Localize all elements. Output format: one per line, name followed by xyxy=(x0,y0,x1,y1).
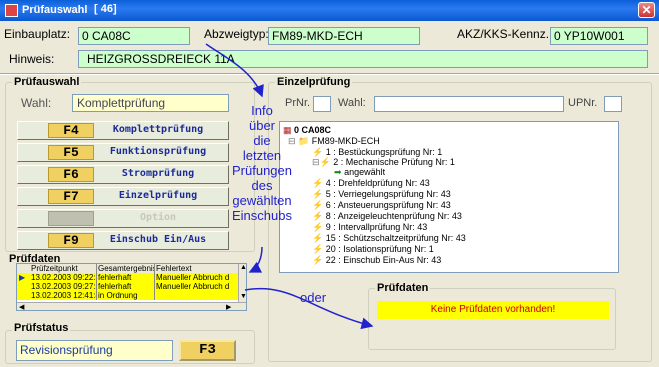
info-line: gewählten xyxy=(232,193,292,208)
info-line: Prüfungen xyxy=(232,163,292,178)
info-line: die xyxy=(253,133,271,148)
info-annotation: Info über die letzten Prüfungen des gewä… xyxy=(226,103,298,223)
info-line: Einschubs xyxy=(232,208,292,223)
pruefauswahl-window: Prüfauswahl [ 46] ✕ Einbauplatz: 0 CA08C… xyxy=(0,0,659,367)
info-line: Info xyxy=(251,103,273,118)
info-arrow-bottom xyxy=(248,246,263,273)
oder-annotation: oder xyxy=(300,290,327,305)
info-arrow-top xyxy=(205,43,264,98)
annotation-arrows xyxy=(205,43,374,330)
info-line: letzten xyxy=(242,148,282,163)
info-line: über xyxy=(248,118,276,133)
info-line: des xyxy=(251,178,273,193)
